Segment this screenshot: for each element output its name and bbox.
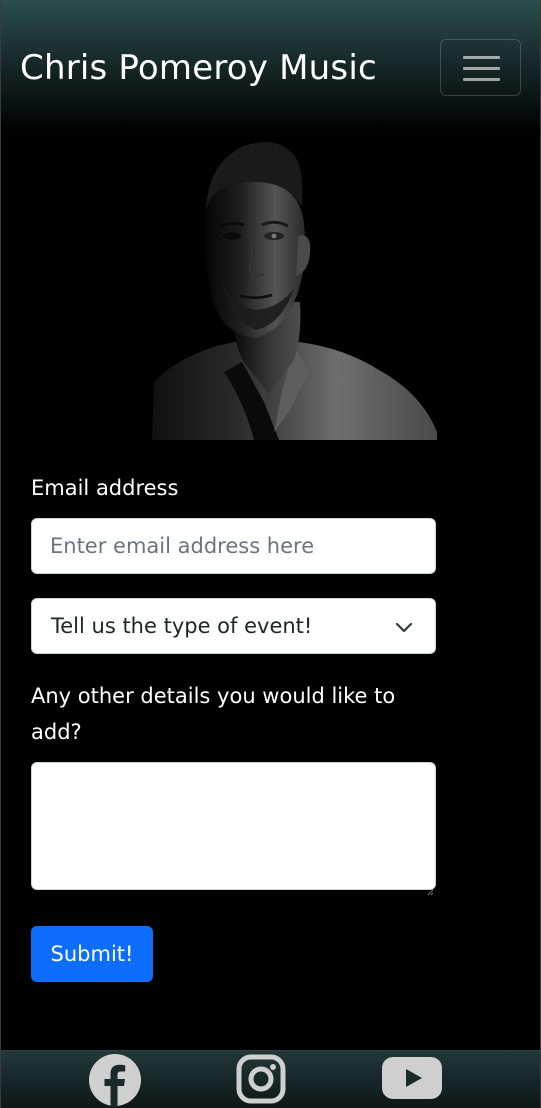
instagram-link[interactable] (236, 1054, 286, 1108)
submit-button[interactable]: Submit! (31, 926, 153, 982)
facebook-link[interactable] (88, 1053, 142, 1108)
footer (0, 1050, 541, 1108)
instagram-icon (236, 1054, 286, 1108)
facebook-icon (88, 1054, 142, 1108)
details-label: Any other details you would like to add? (31, 684, 396, 744)
brand-title[interactable]: Chris Pomeroy Music (20, 46, 377, 90)
page-border-left (0, 0, 1, 1108)
page: Chris Pomeroy Music Email address Enter … (0, 0, 541, 1108)
email-label: Email address (31, 476, 179, 500)
event-type-select[interactable]: Tell us the type of event! (31, 598, 436, 654)
resize-grip-icon[interactable] (427, 881, 434, 896)
youtube-link[interactable] (382, 1057, 442, 1103)
youtube-icon (382, 1057, 442, 1103)
menu-toggle-button[interactable] (440, 39, 521, 96)
details-textarea[interactable] (31, 762, 436, 890)
event-type-select-value: Tell us the type of event! (51, 614, 313, 638)
email-input[interactable] (31, 518, 436, 574)
chevron-down-icon (394, 617, 414, 637)
portrait-photo (104, 132, 437, 440)
navbar: Chris Pomeroy Music (0, 0, 541, 132)
